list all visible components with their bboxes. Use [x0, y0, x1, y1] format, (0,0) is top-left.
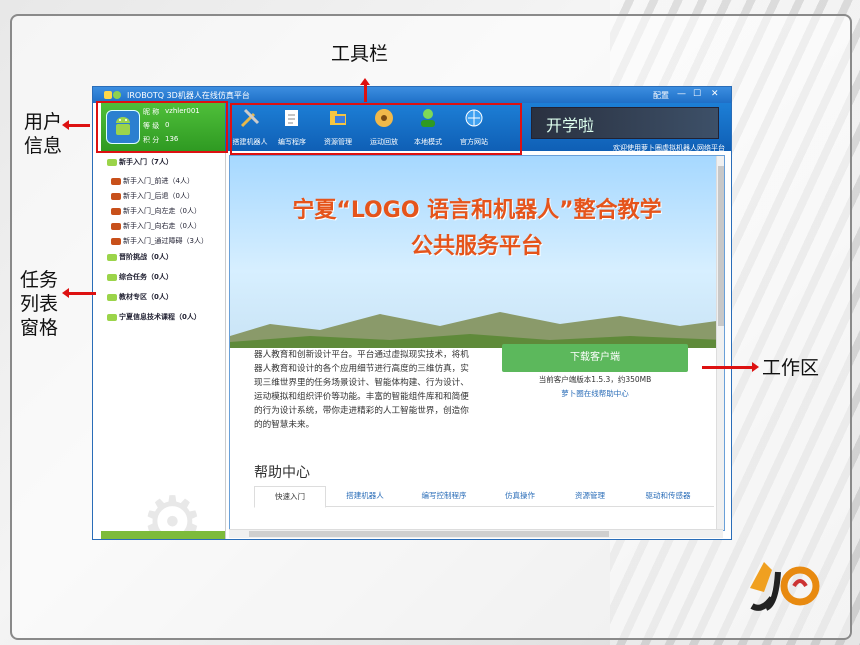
category-icon — [107, 313, 117, 321]
tab-write-control-program[interactable]: 编写控制程序 — [406, 486, 482, 506]
tab-build-robot[interactable]: 搭建机器人 — [330, 486, 400, 506]
task-icon — [111, 177, 121, 185]
scrollbar-thumb[interactable] — [249, 531, 609, 537]
vertical-scrollbar[interactable] — [716, 156, 724, 530]
category-label: 综合任务（0人） — [119, 273, 173, 281]
client-version-text: 当前客户端版本1.5.3，约350MB — [538, 375, 652, 384]
user-info-highlight — [96, 101, 228, 153]
task-list-annotation-line2: 列表 — [20, 293, 59, 315]
category-icon — [107, 293, 117, 301]
user-info-annotation-line2: 信息 — [24, 135, 63, 157]
arrow-head — [62, 288, 69, 298]
arrow-head — [752, 362, 759, 372]
help-center-link[interactable]: 萝卜圈在线帮助中心 — [502, 388, 688, 399]
tab-quick-start[interactable]: 快速入门 — [254, 486, 326, 508]
work-area: 宁夏“LOGO 语言和机器人”整合教学 公共服务平台 器人教育和创新设计平台。平… — [229, 155, 725, 531]
sidebar-footer-bar — [101, 531, 225, 539]
welcome-text: 欢迎使用萝卜圈虚拟机器人网络平台 — [613, 144, 725, 152]
task-category-beginner[interactable]: 新手入门（7人） — [107, 157, 173, 167]
task-category-advanced[interactable]: 晋阶挑战（0人） — [107, 252, 173, 262]
task-icon — [111, 207, 121, 215]
toolbar-highlight — [230, 103, 522, 155]
arrow-head — [360, 78, 370, 85]
download-client-button[interactable]: 下载客户端 — [502, 344, 688, 372]
task-item[interactable]: 新手入门_通过障碍（3人） — [111, 236, 208, 246]
hero-banner: 宁夏“LOGO 语言和机器人”整合教学 公共服务平台 — [230, 156, 724, 348]
close-button[interactable]: ✕ — [711, 89, 719, 99]
help-tabs: 快速入门 搭建机器人 编写控制程序 仿真操作 资源管理 驱动和传感器 — [254, 486, 714, 508]
task-item[interactable]: 新手入门_向左走（0人） — [111, 206, 201, 216]
help-center-title: 帮助中心 — [254, 465, 310, 481]
category-label: 晋阶挑战（0人） — [119, 253, 173, 261]
task-item[interactable]: 新手入门_向右走（0人） — [111, 221, 201, 231]
category-icon — [107, 158, 117, 166]
tab-simulation[interactable]: 仿真操作 — [488, 486, 552, 506]
tab-resource-management[interactable]: 资源管理 — [558, 486, 622, 506]
category-icon — [107, 273, 117, 281]
task-label: 新手入门_向右走（0人） — [123, 222, 201, 230]
publisher-logo-icon — [750, 562, 820, 611]
promo-banner[interactable]: 开学啦 — [531, 107, 719, 139]
task-item[interactable]: 新手入门_前进（4人） — [111, 176, 194, 186]
category-label: 教材专区（0人） — [119, 293, 173, 301]
task-icon — [111, 192, 121, 200]
task-list-annotation-line3: 窗格 — [20, 317, 59, 339]
task-list-arrow — [66, 292, 96, 295]
minimize-button[interactable]: — — [677, 89, 686, 99]
task-label: 新手入门_通过障碍（3人） — [123, 237, 208, 245]
toolbar-arrow — [364, 84, 367, 102]
horizontal-scrollbar[interactable] — [229, 529, 723, 538]
app-logo-icon — [104, 91, 121, 99]
task-icon — [111, 222, 121, 230]
arrow-head — [62, 120, 69, 130]
window-title: IROBOTQ 3D机器人在线仿真平台 — [127, 91, 250, 100]
hero-title-line1: 宁夏“LOGO 语言和机器人”整合教学 — [292, 198, 662, 223]
scrollbar-thumb[interactable] — [718, 166, 724, 326]
task-list-pane: 新手入门（7人） 新手入门_前进（4人） 新手入门_后退（0人） 新手入门_向左… — [101, 151, 226, 539]
banner-text: 开学啦 — [546, 116, 595, 135]
task-category-comprehensive[interactable]: 综合任务（0人） — [107, 272, 173, 282]
task-category-textbook[interactable]: 教材专区（0人） — [107, 292, 173, 302]
user-info-annotation-line1: 用户 — [24, 111, 63, 133]
task-item[interactable]: 新手入门_后退（0人） — [111, 191, 194, 201]
task-label: 新手入门_前进（4人） — [123, 177, 194, 185]
platform-intro-text: 器人教育和创新设计平台。平台通过虚拟现实技术，将机器人教育和设计的各个应用细节进… — [254, 350, 469, 430]
task-list-annotation-line1: 任务 — [20, 269, 59, 291]
task-category-ningxia[interactable]: 宁夏信息技术课程（0人） — [107, 312, 201, 322]
category-label: 宁夏信息技术课程（0人） — [119, 313, 201, 321]
task-label: 新手入门_后退（0人） — [123, 192, 194, 200]
toolbar-annotation: 工具栏 — [331, 43, 389, 65]
work-area-annotation: 工作区 — [762, 357, 820, 379]
category-label: 新手入门（7人） — [119, 158, 173, 166]
category-icon — [107, 253, 117, 261]
task-icon — [111, 237, 121, 245]
hero-title-line2: 公共服务平台 — [410, 234, 543, 259]
task-label: 新手入门_向左走（0人） — [123, 207, 201, 215]
tab-drivers-sensors[interactable]: 驱动和传感器 — [628, 486, 708, 506]
maximize-button[interactable]: ☐ — [693, 89, 701, 99]
landscape-image — [230, 312, 724, 348]
work-area-arrow — [702, 366, 752, 369]
config-button[interactable]: 配置 — [653, 90, 669, 101]
user-info-arrow — [66, 124, 90, 127]
